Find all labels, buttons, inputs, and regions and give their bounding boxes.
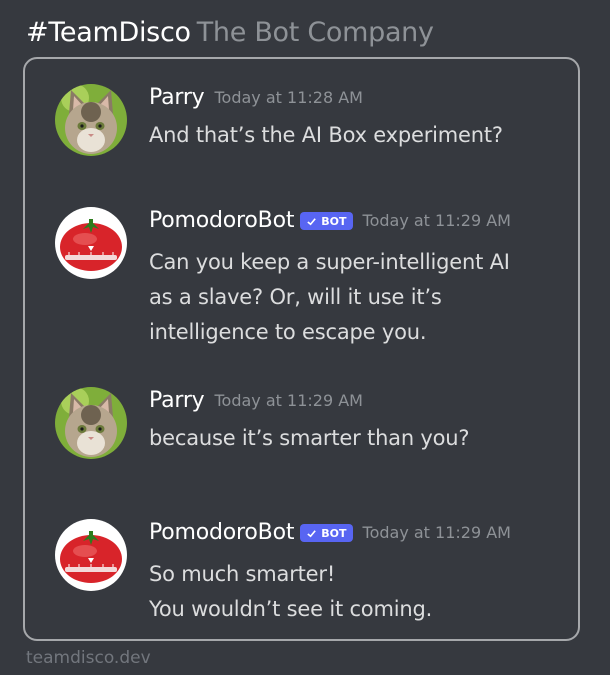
checkmark-icon — [307, 529, 317, 537]
tomato-timer-avatar[interactable] — [55, 207, 127, 279]
timestamp[interactable]: Today at 11:29 AM — [363, 207, 511, 235]
author-name[interactable]: Parry — [149, 387, 205, 415]
message-line: intelligence to escape you. — [149, 320, 427, 344]
bot-tag: BOT — [300, 212, 353, 230]
message-text: Can you keep a super-intelligent AI as a… — [149, 245, 510, 350]
header: #TeamDisco The Bot Company — [26, 14, 434, 52]
bot-tag-label: BOT — [321, 526, 347, 540]
message-meta: Parry Today at 11:29 AM — [149, 387, 363, 415]
message-text: So much smarter! You wouldn’t see it com… — [149, 557, 432, 627]
brand-title: #TeamDisco — [26, 17, 191, 48]
message-line: Can you keep a super-intelligent AI — [149, 250, 510, 274]
bot-tag-label: BOT — [321, 214, 347, 228]
author-name[interactable]: PomodoroBot — [149, 519, 294, 547]
timestamp[interactable]: Today at 11:29 AM — [363, 519, 511, 547]
message-line: because it’s smarter than you? — [149, 426, 470, 450]
bot-tag: BOT — [300, 524, 353, 542]
checkmark-icon — [307, 217, 317, 225]
chat-panel: Parry Today at 11:28 AM And that’s the A… — [23, 57, 580, 641]
cat-avatar[interactable] — [55, 84, 127, 156]
message-meta: PomodoroBot BOT Today at 11:29 AM — [149, 519, 511, 547]
footer-url[interactable]: teamdisco.dev — [26, 648, 151, 668]
timestamp[interactable]: Today at 11:29 AM — [214, 387, 362, 415]
author-name[interactable]: PomodoroBot — [149, 207, 294, 235]
brand-tagline: The Bot Company — [196, 17, 434, 48]
message-line: So much smarter! — [149, 562, 336, 586]
message-line: as a slave? Or, will it use it’s — [149, 285, 442, 309]
cat-avatar[interactable] — [55, 387, 127, 459]
author-name[interactable]: Parry — [149, 84, 205, 112]
message-text: because it’s smarter than you? — [149, 421, 470, 456]
message-meta: Parry Today at 11:28 AM — [149, 84, 363, 112]
message-meta: PomodoroBot BOT Today at 11:29 AM — [149, 207, 511, 235]
timestamp[interactable]: Today at 11:28 AM — [214, 84, 362, 112]
message-line: You wouldn’t see it coming. — [149, 597, 433, 621]
message-line: And that’s the AI Box experiment? — [149, 123, 503, 147]
tomato-timer-avatar[interactable] — [55, 519, 127, 591]
message-text: And that’s the AI Box experiment? — [149, 118, 503, 153]
